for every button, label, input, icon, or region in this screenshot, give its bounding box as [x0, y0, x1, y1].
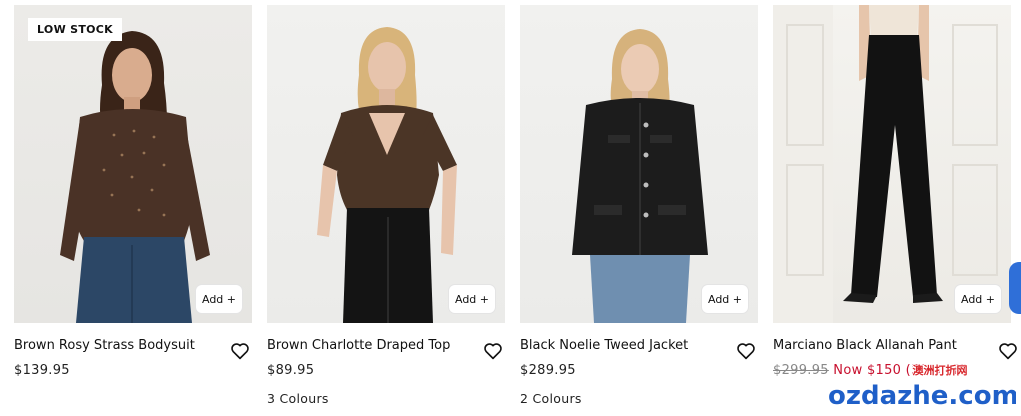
- product-image[interactable]: LOW STOCK Add +: [14, 5, 252, 323]
- product-card[interactable]: Add + Brown Charlotte Draped Top $89.95 …: [267, 0, 505, 416]
- watermark-subtitle: 澳洲打折网: [913, 363, 968, 377]
- watermark-brand: ozdazhe.com: [828, 381, 1016, 410]
- add-to-bag-button[interactable]: Add +: [955, 285, 1001, 313]
- product-name[interactable]: Black Noelie Tweed Jacket: [520, 338, 688, 353]
- model-illustration: [317, 27, 457, 323]
- product-name[interactable]: Marciano Black Allanah Pant: [773, 338, 957, 353]
- add-to-bag-button[interactable]: Add +: [449, 285, 495, 313]
- model-illustration: [572, 29, 708, 323]
- wishlist-heart-icon[interactable]: [736, 342, 756, 360]
- wishlist-heart-icon[interactable]: [998, 342, 1018, 360]
- product-price: $89.95: [267, 363, 315, 378]
- add-to-bag-button[interactable]: Add +: [196, 285, 242, 313]
- model-illustration: [773, 5, 998, 323]
- watermark-logo: 澳洲打折网 ozdazhe.com: [827, 362, 1017, 410]
- model-illustration: [60, 31, 210, 323]
- product-image[interactable]: Add +: [520, 5, 758, 323]
- product-image[interactable]: Add +: [267, 5, 505, 323]
- wishlist-heart-icon[interactable]: [483, 342, 503, 360]
- colour-count: 3 Colours: [267, 391, 329, 406]
- colour-count: 2 Colours: [520, 391, 582, 406]
- product-image[interactable]: Add +: [773, 5, 1011, 323]
- low-stock-badge: LOW STOCK: [28, 18, 123, 41]
- product-price: $289.95: [520, 363, 576, 378]
- product-name[interactable]: Brown Rosy Strass Bodysuit: [14, 338, 195, 353]
- product-card[interactable]: LOW STOCK Add + Brown Rosy Strass Bodysu…: [14, 0, 252, 416]
- product-card[interactable]: Add + Black Noelie Tweed Jacket $289.95 …: [520, 0, 758, 416]
- product-card[interactable]: Add + Marciano Black Allanah Pant $299.9…: [773, 0, 1017, 416]
- product-name[interactable]: Brown Charlotte Draped Top: [267, 338, 450, 353]
- product-price: $139.95: [14, 363, 70, 378]
- wishlist-heart-icon[interactable]: [230, 342, 250, 360]
- add-to-bag-button[interactable]: Add +: [702, 285, 748, 313]
- side-feedback-tab[interactable]: [1009, 262, 1021, 314]
